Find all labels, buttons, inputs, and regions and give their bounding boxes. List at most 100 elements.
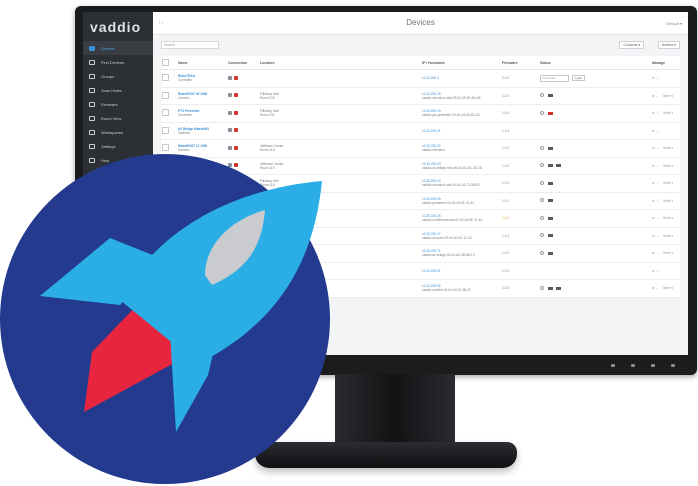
table-row[interactable]: 10.30.200.27 vaddio-doccam-00-04-A3-67-12… [161,227,680,245]
sidebar-item-groups[interactable]: Groups [83,69,153,83]
more-menu[interactable]: More ▾ [663,199,673,203]
col-connection[interactable]: Connection [227,56,259,70]
col-ip[interactable]: IP / Hostname [421,56,501,70]
row-checkbox[interactable] [162,144,169,152]
table-row[interactable]: RoboSHOT 12 UHD Camera Jefferson Center Roo… [161,139,680,158]
device-ip-link[interactable]: 10.30.200.21 [422,129,500,133]
table-row[interactable]: 10.30.200.52 vaddio-onelink-00-04-A3-91-2… [161,279,680,298]
row-checkbox[interactable] [162,249,169,257]
login-button[interactable]: Login [572,74,586,81]
manage-icons[interactable]: ⚙ ⋯ [652,251,659,255]
sidebar-item-scan-hosts[interactable]: Scan Hosts [83,83,153,97]
manage-icons[interactable]: ⚙ ⋯ [652,269,659,273]
nav-icon [89,87,95,93]
sidebar-item-room-view[interactable]: Room View [83,111,153,125]
actions-button[interactable]: Actions ▾ [657,41,680,49]
table-row[interactable]: 10.30.200.26 vaddio-conferenceshot-00-04-… [161,209,680,228]
more-menu[interactable]: More ▾ [663,164,673,168]
search-input[interactable]: Search [161,41,219,49]
row-status-cell [539,227,651,245]
more-menu[interactable]: More ▾ [663,94,673,98]
sidebar-item-feedback[interactable]: Feedback [83,181,153,195]
manage-icons[interactable]: ⚙ ⋯ [652,76,659,80]
password-input[interactable]: Password [540,74,569,82]
device-ip-link[interactable]: 10.30.200.51 [422,269,500,273]
col-firmware[interactable]: Firmware [501,56,539,70]
refresh-icon[interactable] [540,180,544,185]
refresh-icon[interactable] [540,93,544,98]
manage-icons[interactable]: ⚙ ⋯ [652,216,659,220]
more-menu[interactable]: More ▾ [663,181,673,185]
refresh-icon[interactable] [540,285,544,290]
manage-icons[interactable]: ⚙ ⋯ [652,234,659,238]
more-menu[interactable]: More ▾ [663,286,673,290]
row-checkbox[interactable] [162,91,169,99]
user-menu[interactable]: Default ▾ [666,21,682,26]
table-row[interactable]: AV Bridge MatrixMIX Switcher 10.30.200.21 1… [161,122,680,140]
row-checkbox[interactable] [162,284,169,292]
refresh-icon[interactable] [540,215,544,220]
monitor-button[interactable] [651,364,655,367]
select-all-checkbox[interactable] [162,58,169,66]
more-menu[interactable]: More ▾ [663,111,673,115]
manage-icons[interactable]: ⚙ ⋯ [652,199,659,203]
refresh-icon[interactable] [540,233,544,238]
row-checkbox[interactable] [162,109,169,117]
table-row[interactable]: 10.30.200.71 vaddio-av-bridge-00-04-A3-2B… [161,244,680,263]
manage-icons[interactable]: ⚙ ⋯ [652,146,659,150]
sidebar-item-firmware[interactable]: Firmware [83,97,153,111]
sidebar-item-help[interactable]: Help [83,153,153,167]
manage-icons[interactable]: ⚙ ⋯ [652,111,659,115]
sidebar-item-workspaces[interactable]: Workspaces [83,125,153,139]
manage-icons[interactable]: ⚙ ⋯ [652,181,659,185]
sidebar-item-devices[interactable]: Devices [83,41,153,55]
sidebar-item-find-devices[interactable]: Find Devices [83,55,153,69]
sidebar-item-settings[interactable]: Settings [83,139,153,153]
row-status-cell [539,174,651,193]
more-menu[interactable]: More ▾ [663,251,673,255]
table-row[interactable]: Science Research 10.30.200.25 vaddio-prese… [161,192,680,210]
refresh-icon[interactable] [540,163,544,168]
row-checkbox[interactable] [162,74,169,82]
col-location[interactable]: Location [259,56,421,70]
refresh-icon[interactable] [540,198,544,203]
row-checkbox[interactable] [162,266,169,274]
row-checkbox[interactable] [162,231,169,239]
row-checkbox[interactable] [162,126,169,134]
row-checkbox[interactable] [162,196,169,204]
table-row[interactable]: 10.30.200.51 1.2.0 ⚙ ⋯ [161,262,680,280]
refresh-icon[interactable] [540,250,544,255]
table-row[interactable]: PTZ Presenter Controller Pillsbury Hall Roo… [161,104,680,123]
col-manage[interactable]: Manage [651,56,680,70]
row-checkbox[interactable] [162,214,169,222]
row-checkbox[interactable] [162,161,169,169]
row-checkbox[interactable] [162,179,169,187]
row-name-cell [177,279,227,298]
refresh-icon[interactable] [540,145,544,150]
manage-icons[interactable]: ⚙ ⋯ [652,164,659,168]
manage-icons[interactable]: ⚙ ⋯ [652,94,659,98]
manage-icons[interactable]: ⚙ ⋯ [652,286,659,290]
row-name-cell [177,192,227,210]
col-name[interactable]: Name [177,56,227,70]
more-menu[interactable]: More ▾ [663,146,673,150]
more-menu[interactable]: More ▾ [663,216,673,220]
sidebar-item-about[interactable]: About [83,167,153,181]
monitor-button[interactable] [671,364,675,367]
row-name-cell [177,227,227,245]
table-row[interactable]: RoboSHOT 20 UHD Camera Pillsbury Hall Room … [161,174,680,193]
monitor-button[interactable] [631,364,635,367]
table-row[interactable]: RoboTRAK Controller 10.30.200.2 2.0.0 Passwo… [161,69,680,88]
monitor-button[interactable] [611,364,615,367]
device-ip-link[interactable]: 10.30.200.2 [422,76,500,80]
sidebar-item-label: Scan Hosts [101,87,122,93]
manage-icons[interactable]: ⚙ ⋯ [652,129,659,133]
row-name-cell: RoboSHOT 30 UHD Camera [177,87,227,105]
col-status[interactable]: Status [539,56,651,70]
columns-button[interactable]: Columns ▾ [619,41,644,49]
network-icon [228,163,232,168]
more-menu[interactable]: More ▾ [663,234,673,238]
table-row[interactable]: AV Bridge Mini Switcher Jefferson Center Ro… [161,157,680,175]
refresh-icon[interactable] [540,110,544,115]
table-row[interactable]: RoboSHOT 30 UHD Camera Pillsbury Hall Room … [161,87,680,105]
